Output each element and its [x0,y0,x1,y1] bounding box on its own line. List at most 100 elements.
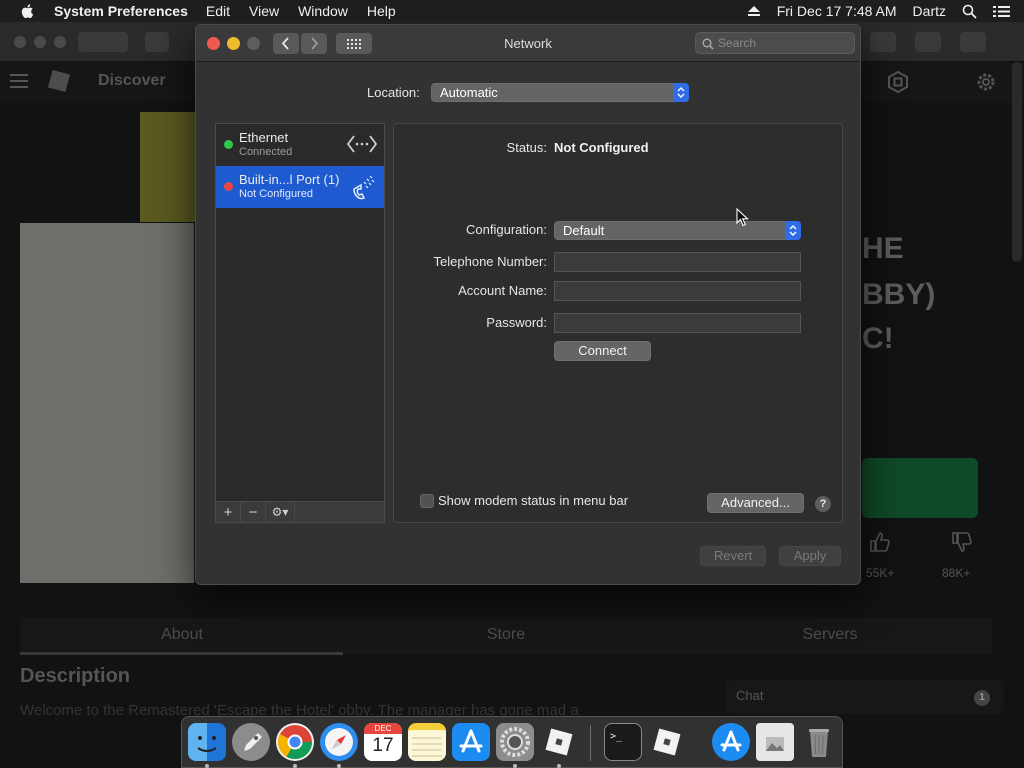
account-name-field[interactable] [554,281,801,301]
running-indicator [557,764,561,768]
add-service-button[interactable]: + [216,502,241,522]
account-name-input[interactable] [555,282,800,300]
dock-trash-icon[interactable] [800,723,838,761]
browser-share-button[interactable] [915,32,941,52]
dock-launchpad-icon[interactable] [232,723,270,761]
connect-button[interactable]: Connect [554,341,651,361]
mouse-cursor-icon [736,208,749,227]
status-value: Not Configured [554,140,649,155]
phone-modem-icon [353,175,375,200]
discover-link[interactable]: Discover [98,72,166,90]
tab-store[interactable]: Store [344,618,668,654]
dock-calendar-icon[interactable]: DEC 17 [364,723,402,761]
menubar-user[interactable]: Dartz [913,3,946,19]
eject-icon[interactable] [747,5,761,17]
revert-button[interactable]: Revert [700,546,766,566]
running-indicator [205,764,209,768]
popup-stepper-icon [785,221,801,240]
dock-notes-icon[interactable] [408,723,446,761]
settings-gear-icon[interactable] [974,70,998,94]
game-title-line-3: C! [862,322,894,355]
show-modem-status-label[interactable]: Show modem status in menu bar [438,493,628,508]
control-center-icon[interactable] [993,5,1010,18]
play-button[interactable] [862,458,978,518]
menubar-clock[interactable]: Fri Dec 17 7:48 AM [777,3,897,19]
telephone-number-input[interactable] [555,253,800,271]
browser-download-button[interactable] [870,32,896,52]
service-actions-gear-button[interactable]: ⚙▾ [266,502,295,522]
advanced-button[interactable]: Advanced... [707,493,804,513]
calendar-month: DEC [364,723,402,734]
dock-roblox-icon[interactable] [540,723,578,761]
search-input[interactable] [718,35,848,51]
service-status: Connected [239,146,293,158]
remove-service-button[interactable]: − [241,502,266,522]
description-heading: Description [20,665,131,687]
upvote-count: 55K+ [866,566,895,580]
page-scrollbar[interactable] [1012,62,1022,262]
dock-safari-icon[interactable] [320,723,358,761]
help-button[interactable]: ? [815,496,831,512]
menu-view[interactable]: View [249,3,279,19]
password-field[interactable] [554,313,801,333]
location-popup[interactable]: Automatic [431,83,689,102]
app-name-menu[interactable]: System Preferences [54,3,188,19]
dock-app-store-icon[interactable] [452,723,490,761]
service-name: Ethernet [239,130,289,145]
thumbs-up-icon[interactable] [868,530,892,554]
service-list-toolbar: + − ⚙▾ [215,502,385,523]
tab-about[interactable]: About [20,618,344,654]
search-field[interactable] [695,32,855,54]
menu-edit[interactable]: Edit [206,3,230,19]
downvote-count: 88K+ [942,566,971,580]
service-list[interactable]: Ethernet Connected Built-in...l Port (1)… [215,123,385,502]
game-thumbnail-top [140,112,200,222]
telephone-number-field[interactable] [554,252,801,272]
apple-menu-icon[interactable] [19,2,37,20]
game-title-line-2: BBY) [862,278,936,311]
menu-help[interactable]: Help [367,3,396,19]
game-tabs: About Store Servers [20,618,992,654]
location-label: Location: [367,85,420,100]
chat-badge: 1 [974,690,990,706]
service-name: Built-in...l Port (1) [239,172,340,187]
dock-chrome-icon[interactable] [276,723,314,761]
spotlight-icon[interactable] [962,4,977,19]
password-label: Password: [486,315,547,330]
telephone-label: Telephone Number: [433,254,547,269]
browser-sidebar-button[interactable] [145,32,169,52]
thumbs-down-icon[interactable] [950,530,974,554]
apply-button[interactable]: Apply [779,546,841,566]
calendar-day: 17 [372,735,394,756]
dock-finder-icon[interactable] [188,723,226,761]
window-titlebar[interactable]: Network [196,25,860,62]
dock-system-preferences-icon[interactable] [496,723,534,761]
hamburger-menu-icon[interactable] [10,74,28,88]
password-input[interactable] [555,314,800,332]
chat-bar[interactable]: Chat 1 [726,680,1004,714]
tab-servers[interactable]: Servers [668,618,992,654]
service-item-modem[interactable]: Built-in...l Port (1) Not Configured [216,166,384,208]
show-modem-status-checkbox[interactable] [420,494,434,508]
chat-label: Chat [736,688,764,703]
menu-window[interactable]: Window [298,3,348,19]
configuration-label: Configuration: [466,222,547,237]
status-dot-green [224,140,233,149]
service-item-ethernet[interactable]: Ethernet Connected [216,124,384,166]
status-dot-red [224,182,233,191]
robux-icon[interactable] [886,70,910,94]
location-value: Automatic [440,85,498,100]
dock-preview-icon[interactable] [756,723,794,761]
game-thumbnail [20,223,194,583]
dock-xcode-icon[interactable] [712,723,750,761]
configuration-value: Default [563,223,605,238]
browser-tabs-button[interactable] [960,32,986,52]
browser-nav-buttons[interactable] [78,32,128,52]
running-indicator [293,764,297,768]
popup-stepper-icon [673,83,689,102]
dock-terminal-icon[interactable]: >_ [604,723,642,761]
dock-roblox-studio-icon[interactable] [648,723,686,761]
dock-separator [590,725,591,761]
tab-underline [20,652,343,655]
configuration-popup[interactable]: Default [554,221,801,240]
